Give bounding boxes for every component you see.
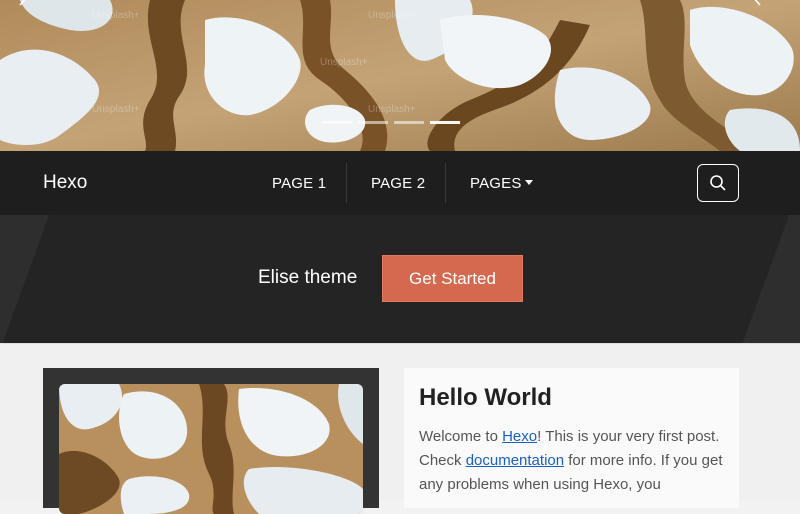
carousel-indicators — [322, 121, 460, 124]
watermark: Unsplash+ — [368, 10, 416, 21]
documentation-link[interactable]: documentation — [466, 452, 564, 469]
nav-divider — [445, 163, 446, 203]
hero-carousel: Unsplash+ Unsplash+ Unsplash+ Unsplash+ … — [0, 0, 800, 151]
banner-text: Elise theme — [258, 267, 358, 288]
carousel-indicator-active[interactable] — [430, 121, 460, 124]
nav-dropdown-pages[interactable]: PAGES — [470, 175, 533, 192]
watermark: Unsplash+ — [92, 10, 140, 21]
navbar: Hexo PAGE 1 PAGE 2 PAGES — [0, 151, 800, 215]
chevron-left-icon[interactable] — [14, 0, 36, 16]
search-icon — [710, 175, 726, 191]
caret-down-icon — [524, 180, 533, 185]
post-excerpt: Welcome to Hexo! This is your very first… — [419, 425, 729, 497]
carousel-indicator[interactable] — [322, 121, 352, 124]
nav-divider — [346, 163, 347, 203]
post-thumbnail-frame[interactable] — [43, 368, 379, 514]
decorative-stripe — [0, 215, 50, 343]
search-button[interactable] — [697, 164, 739, 202]
cta-banner: Elise theme Get Started — [0, 215, 800, 343]
post-list: Hello World Welcome to Hexo! This is you… — [0, 343, 800, 514]
brand-logo[interactable]: Hexo — [43, 172, 87, 194]
watermark: Unsplash+ — [92, 104, 140, 115]
nav-link-page-2[interactable]: PAGE 2 — [371, 175, 425, 192]
watermark: Unsplash+ — [320, 57, 368, 68]
nav-link-page-1[interactable]: PAGE 1 — [272, 175, 326, 192]
post-thumbnail[interactable] — [59, 384, 363, 514]
hero-image — [0, 0, 800, 151]
nav-dropdown-label: PAGES — [470, 175, 522, 192]
hexo-link[interactable]: Hexo — [502, 428, 537, 445]
excerpt-text: Welcome to — [419, 428, 503, 445]
post-title[interactable]: Hello World — [419, 384, 552, 412]
watermark: Unsplash+ — [368, 104, 416, 115]
get-started-button[interactable]: Get Started — [382, 255, 523, 302]
chevron-right-icon[interactable] — [746, 0, 768, 16]
decorative-stripe — [730, 215, 800, 343]
carousel-indicator[interactable] — [394, 121, 424, 124]
carousel-indicator[interactable] — [358, 121, 388, 124]
post-card: Hello World Welcome to Hexo! This is you… — [404, 368, 739, 508]
